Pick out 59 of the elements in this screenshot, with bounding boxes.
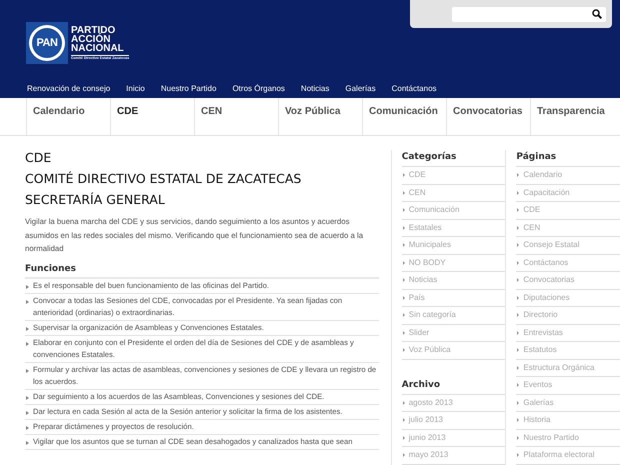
- menu-tab[interactable]: Comunicación: [362, 98, 446, 135]
- sidebar-link[interactable]: Capacitación: [516, 184, 620, 202]
- sidebar-link[interactable]: Nuestro Partido: [516, 430, 620, 447]
- sidebar-link[interactable]: junio 2013: [402, 430, 506, 447]
- search-icon[interactable]: [592, 9, 602, 19]
- sidebar-link[interactable]: CEN: [402, 184, 506, 202]
- widget-title: Archivo: [402, 380, 506, 394]
- menu-tab[interactable]: Calendario: [26, 98, 110, 135]
- nav-link[interactable]: Nuestro Partido: [160, 84, 216, 93]
- sidebar-link[interactable]: Noticias: [402, 272, 506, 290]
- sidebar-link[interactable]: Voz Pública: [402, 342, 506, 360]
- nav-link[interactable]: Contáctanos: [392, 84, 437, 93]
- sidebar-link[interactable]: Calendario: [516, 167, 620, 184]
- sidebar-link[interactable]: julio 2013: [402, 412, 506, 430]
- sidebar-link[interactable]: Municipales: [402, 237, 506, 254]
- sidebar-link[interactable]: CEN: [516, 220, 620, 237]
- logo-text: ACCIÓN: [71, 34, 110, 44]
- page-heading: COMITÉ DIRECTIVO ESTATAL DE ZACATECAS: [25, 171, 302, 186]
- logo-mark[interactable]: PAN: [26, 22, 68, 64]
- sidebar-link[interactable]: Estatutos: [516, 342, 620, 360]
- sidebar-link[interactable]: Sin categoría: [402, 307, 506, 324]
- menu-tab[interactable]: Voz Pública: [278, 98, 362, 135]
- section-heading: Funciones: [25, 264, 379, 278]
- sidebar-link[interactable]: Convocatorias: [516, 272, 620, 290]
- sidebar-link[interactable]: mayo 2013: [402, 447, 506, 464]
- sidebar-link[interactable]: Consejo Estatal: [516, 237, 620, 254]
- sidebar-link[interactable]: Estructura Orgánica: [516, 360, 620, 377]
- nav-link[interactable]: Inicio: [126, 84, 145, 93]
- sidebar-link[interactable]: Galerías: [516, 394, 620, 412]
- sidebar-link[interactable]: Directorio: [516, 307, 620, 324]
- sidebar-link[interactable]: País: [402, 290, 506, 307]
- sidebar-link[interactable]: NO BODY: [402, 254, 506, 272]
- sidebar-link[interactable]: CDE: [516, 202, 620, 220]
- menu-tab[interactable]: CDE: [110, 98, 194, 135]
- sidebar-link[interactable]: Historia: [516, 412, 620, 430]
- sidebar-link[interactable]: Plataforma electoral: [516, 447, 620, 464]
- logo-text: NACIONAL: [71, 44, 125, 52]
- sidebar-link[interactable]: Comunicación: [402, 202, 506, 220]
- sidebar-link[interactable]: CDE: [402, 167, 506, 184]
- nav-link[interactable]: Renovación de consejo: [27, 84, 110, 93]
- sidebar-link[interactable]: Diputaciones: [516, 290, 620, 307]
- logo-text: PARTIDO: [71, 26, 116, 34]
- nav-link[interactable]: Galerías: [345, 84, 376, 93]
- widget-title: Páginas: [516, 152, 620, 167]
- nav-link[interactable]: Otros Órganos: [232, 84, 285, 93]
- menu-tab[interactable]: Transparencia: [530, 98, 614, 135]
- sidebar-link[interactable]: Slider: [402, 324, 506, 342]
- sidebar-link[interactable]: Eventos: [516, 377, 620, 394]
- menu-tab[interactable]: CEN: [194, 98, 278, 135]
- widget-title: Categorías: [402, 152, 506, 167]
- search-field[interactable]: [452, 6, 606, 22]
- page-heading: CDE: [25, 150, 52, 165]
- sidebar-link[interactable]: Contáctanos: [516, 254, 620, 272]
- sidebar-link[interactable]: Entrevistas: [516, 324, 620, 342]
- sidebar-link[interactable]: agosto 2013: [402, 394, 506, 412]
- page-heading: SECRETARÍA GENERAL: [25, 192, 166, 207]
- nav-link[interactable]: Noticias: [300, 84, 330, 93]
- menu-tab[interactable]: Convocatorias: [446, 98, 530, 135]
- sidebar-link[interactable]: Estatales: [402, 220, 506, 237]
